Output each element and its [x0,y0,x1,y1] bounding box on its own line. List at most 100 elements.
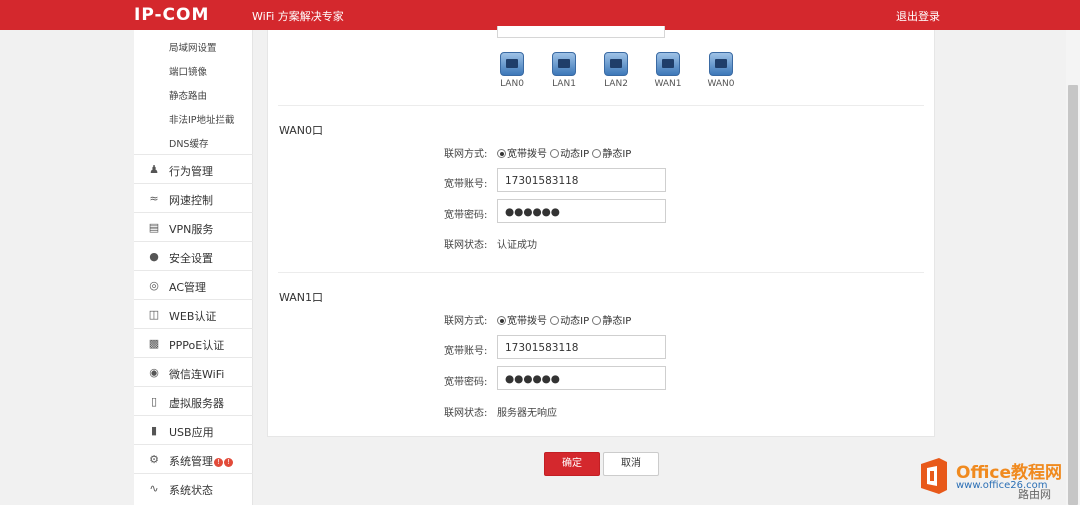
cancel-button[interactable]: 取消 [603,452,659,476]
port-label: LAN2 [604,79,628,89]
radio-static[interactable] [592,316,602,325]
ac-icon: ◎ [149,279,159,292]
sidebar-item-label: AC管理 [169,281,207,294]
sidebar-subitem-lan[interactable]: 局域网设置 [169,40,217,54]
alert-badge: ! [224,458,233,467]
ethernet-port-icon [709,52,733,76]
monitor-icon: ▤ [148,221,160,234]
sidebar: 局域网设置 端口镜像 静态路由 非法IP地址拦截 DNS缓存 ♟ 行为管理 ≈ … [134,30,253,505]
radio-dhcp[interactable] [550,149,560,158]
wechat-icon: ◉ [149,366,159,379]
radio-label: 静态IP [602,149,632,160]
sidebar-item-security[interactable]: ● 安全设置 [134,241,253,270]
port-label: WAN0 [707,79,735,89]
brand-slogan: WiFi 方案解决专家 [252,10,344,23]
scrollbar[interactable] [1066,30,1080,505]
wan1-status-label: 联网状态: [444,408,488,419]
sidebar-subitem-static-route[interactable]: 静态路由 [169,88,207,102]
port-label: LAN1 [552,79,576,89]
radio-dhcp[interactable] [550,316,560,325]
wan0-status-label: 联网状态: [444,240,488,251]
ethernet-port-icon [500,52,524,76]
sidebar-item-label: 安全设置 [169,252,213,265]
scrollbar-thumb[interactable] [1068,85,1078,505]
speed-icon: ≈ [149,192,159,205]
sidebar-item-label: 虚拟服务器 [169,397,224,410]
port-wan0: WAN0 [704,52,738,89]
sidebar-subitem-ip-block[interactable]: 非法IP地址拦截 [169,112,235,126]
confirm-button[interactable]: 确定 [544,452,600,476]
sidebar-item-wechat-wifi[interactable]: ◉ 微信连WiFi [134,357,253,386]
sidebar-item-label: 行为管理 [169,165,213,178]
sidebar-item-label: 系统管理!! [169,453,233,469]
radio-label: 动态IP [560,149,590,160]
sidebar-item-vpn[interactable]: ▤ VPN服务 [134,212,253,241]
wan1-status-value: 服务器无响应 [497,408,557,419]
wan0-mode-radios: 宽带拨号 动态IP 静态IP [497,145,631,160]
port-wan1: WAN1 [651,52,685,89]
port-lan2: LAN2 [599,52,633,89]
sidebar-item-usb[interactable]: ▮ USB应用 [134,415,253,444]
port-label: LAN0 [500,79,524,89]
section-divider [278,105,924,106]
sidebar-item-ac[interactable]: ◎ AC管理 [134,270,253,299]
office-logo-icon [921,458,947,494]
user-icon: ♟ [149,163,159,176]
sidebar-item-behavior[interactable]: ♟ 行为管理 [134,154,253,183]
sidebar-item-virtual-server[interactable]: ▯ 虚拟服务器 [134,386,253,415]
radio-label: 宽带拨号 [507,316,547,327]
radio-label: 动态IP [560,316,590,327]
wan1-mode-radios: 宽带拨号 动态IP 静态IP [497,312,631,327]
sidebar-item-label: USB应用 [169,426,214,439]
sidebar-item-label: WEB认证 [169,310,217,323]
wan0-status-value: 认证成功 [497,240,537,251]
sidebar-item-label: 系统状态 [169,484,213,497]
sidebar-item-pppoe[interactable]: ▩ PPPoE认证 [134,328,253,357]
port-label: WAN1 [654,79,682,89]
ethernet-port-icon [656,52,680,76]
shield-icon: ● [149,250,159,263]
ethernet-port-icon [552,52,576,76]
radio-static[interactable] [592,149,602,158]
cut-off-input[interactable] [497,26,665,38]
radio-label: 静态IP [602,316,632,327]
radio-pppoe[interactable] [497,316,506,325]
gear-icon: ⚙ [149,453,159,466]
sidebar-item-label: VPN服务 [169,223,214,236]
port-lan1: LAN1 [547,52,581,89]
wan0-password-input[interactable]: ●●●●●● [497,199,666,223]
wan1-password-input[interactable]: ●●●●●● [497,366,666,390]
sidebar-subitem-port-mirror[interactable]: 端口镜像 [169,64,207,78]
radio-pppoe[interactable] [497,149,506,158]
sidebar-item-system-manage[interactable]: ⚙ 系统管理!! [134,444,253,473]
sidebar-item-label: PPPoE认证 [169,339,225,352]
sidebar-subitem-dns-cache[interactable]: DNS缓存 [169,136,208,150]
wan0-title: WAN0口 [279,124,324,137]
wan1-title: WAN1口 [279,291,324,304]
wan0-account-input[interactable]: 17301583118 [497,168,666,192]
sidebar-item-text: 系统管理 [169,455,213,468]
wan1-account-input[interactable]: 17301583118 [497,335,666,359]
alert-badge: ! [214,458,223,467]
wan1-account-label: 宽带账号: [444,346,488,357]
radio-label: 宽带拨号 [507,149,547,160]
pulse-icon: ∿ [149,482,159,495]
sidebar-item-web-auth[interactable]: ◫ WEB认证 [134,299,253,328]
wan0-mode-label: 联网方式: [444,149,488,160]
sidebar-item-label: 网速控制 [169,194,213,207]
section-divider [278,272,924,273]
brand-logo: IP-COM [134,5,210,25]
sidebar-item-system-status[interactable]: ∿ 系统状态 [134,473,253,502]
server-icon: ▯ [150,395,158,408]
sidebar-item-speed[interactable]: ≈ 网速控制 [134,183,253,212]
wan0-account-label: 宽带账号: [444,179,488,190]
web-icon: ◫ [148,308,160,321]
pppoe-icon: ▩ [148,337,160,350]
sidebar-item-label: 微信连WiFi [169,368,225,381]
usb-icon: ▮ [150,424,158,437]
logout-link[interactable]: 退出登录 [896,8,940,24]
wan1-password-label: 宽带密码: [444,377,488,388]
wan0-password-label: 宽带密码: [444,210,488,221]
wan1-mode-label: 联网方式: [444,316,488,327]
wan-settings-panel: LAN0 LAN1 LAN2 WAN1 WAN0 WAN0口 联网方式: 宽带拨… [267,26,935,437]
